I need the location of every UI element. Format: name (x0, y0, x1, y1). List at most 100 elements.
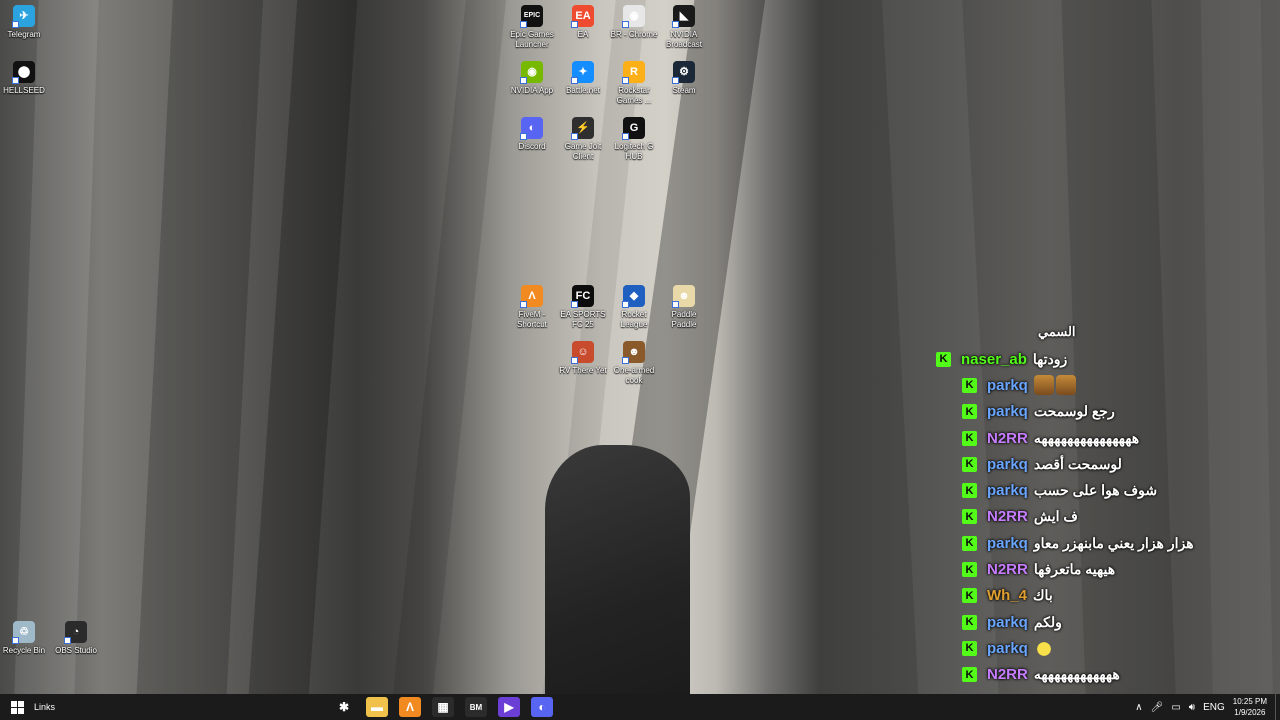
desktop-shortcut[interactable]: ⚡ Game Jolt Client (557, 117, 609, 162)
fivem-taskbar-icon[interactable]: Λ (399, 697, 421, 717)
language-indicator[interactable]: ENG (1203, 702, 1225, 713)
obs-studio-icon: ◔ (64, 621, 87, 644)
shortcut-label: Epic Games Launcher (510, 30, 554, 49)
chat-emote-icon (1055, 375, 1076, 396)
chat-message: Kparkq لوسمحت أقصد (930, 451, 1250, 477)
links-toolbar[interactable]: Links (34, 694, 55, 720)
chevron-up-icon[interactable]: ∧ (1135, 702, 1142, 713)
chat-message-text: زودتها (1032, 350, 1068, 367)
system-tray: ∧ 🎤︎ ▭ 🔊︎ ENG 10:25 PM 1/9/2026 (1135, 694, 1280, 720)
shortcut-label: NVIDIA Broadcast (665, 30, 703, 49)
desktop-shortcut[interactable]: ✦ Battle.net (557, 61, 609, 96)
kick-badge-icon: K (962, 404, 977, 420)
nvidia-broadcast-icon: ◣ (672, 5, 695, 28)
logitech-ghub-icon: G (622, 117, 645, 140)
rock-streak (12, 0, 100, 694)
steam-icon: ⚙ (672, 61, 695, 84)
chat-overlay: السمي Knaser_ab زودتها Kparkq Kparkq رجع لوس… (930, 324, 1250, 688)
chat-username: N2RR (987, 666, 1028, 684)
shortcut-label: Paddle Paddle (671, 310, 697, 329)
nvidia-app-icon: ◉ (520, 61, 543, 84)
one-armed-cook-icon: ☻ (622, 341, 645, 364)
shortcut-label: Recycle Bin (2, 646, 46, 655)
desktop-shortcut[interactable]: ◐ Discord (506, 117, 558, 152)
kick-badge-icon: K (962, 430, 977, 446)
windows-logo-icon (10, 700, 24, 714)
kick-badge-icon: K (962, 456, 977, 472)
desktop-shortcut[interactable]: ◆ Rocket League (608, 285, 660, 330)
chat-message: Knaser_ab زودتها (930, 346, 1250, 372)
kick-badge-icon: K (962, 640, 977, 656)
start-button[interactable] (6, 694, 28, 720)
desktop-shortcut[interactable]: ☻ Paddle Paddle (658, 285, 710, 330)
desktop-shortcut[interactable]: ☺ RV There Yet (557, 341, 609, 376)
rock-streak (245, 0, 360, 694)
desktop-shortcut[interactable]: G Logitech G HUB (608, 117, 660, 162)
desktop-shortcut[interactable]: FC EA SPORTS FC 25 (557, 285, 609, 330)
kick-badge-icon: K (962, 588, 977, 604)
shortcut-label: BR - Chrome (610, 30, 658, 39)
bm-app-icon[interactable]: BM (465, 697, 487, 717)
shortcut-label: Steam (672, 86, 696, 95)
desktop-shortcut[interactable]: ⚙ Steam (658, 61, 710, 96)
desktop-shortcut[interactable]: Λ FiveM - Shortcut (506, 285, 558, 330)
clock[interactable]: 10:25 PM 1/9/2026 (1233, 696, 1267, 718)
volume-icon[interactable]: 🔊︎ (1189, 702, 1195, 713)
shortcut-label: Rockstar Games ... (616, 86, 652, 105)
chat-username: N2RR (987, 508, 1028, 526)
chat-message-text: ف ايش (1033, 508, 1078, 525)
desktop-shortcut[interactable]: ⬤ HELLSEED (0, 61, 50, 96)
desktop-shortcut[interactable]: EA EA (557, 5, 609, 40)
desktop-shortcut[interactable]: ◉ NVIDIA App (506, 61, 558, 96)
show-desktop-button[interactable] (1275, 694, 1280, 720)
discord-taskbar-icon[interactable]: ◐ (531, 697, 553, 717)
desktop-shortcut[interactable]: ☻ One-armed cook (608, 341, 660, 386)
chat-message-list: Knaser_ab زودتها Kparkq Kparkq رجع لوسمحت K N2… (930, 346, 1250, 688)
chat-username: parkq (987, 534, 1028, 552)
chat-message: Kparkq ولكم (930, 609, 1250, 635)
chat-message-text: هزار هزار يعني مابنهزر معاو (1033, 534, 1194, 551)
ea-sports-fc-icon: FC (571, 285, 594, 308)
shortcut-label: Battle.net (566, 86, 600, 95)
desktop-shortcut[interactable]: ✈ Telegram (0, 5, 50, 40)
rock-streak (388, 0, 510, 694)
file-explorer-icon[interactable]: ▬ (366, 697, 388, 717)
chat-message-text: شوف هوا على حسب (1033, 482, 1158, 499)
fivem-icon: Λ (520, 285, 543, 308)
shortcut-label: FiveM - Shortcut (517, 310, 547, 329)
shortcut-label: One-armed cook (613, 366, 655, 385)
chat-message-text: هيهيه ماتعرفها (1033, 561, 1116, 578)
shortcut-label: HELLSEED (3, 86, 45, 95)
settings-gear-icon[interactable]: ✱ (333, 697, 355, 717)
shortcut-label: Game Jolt Client (564, 142, 602, 161)
media-player-icon[interactable]: ▶ (498, 697, 520, 717)
chat-username: parkq (987, 482, 1028, 500)
microsoft-store-icon[interactable]: ▦ (432, 697, 454, 717)
network-icon[interactable]: ▭ (1171, 702, 1180, 713)
kick-badge-icon: K (962, 377, 977, 393)
chat-header-text: السمي (1038, 324, 1076, 339)
taskbar: Links ✱ ▬ Λ ▦ BM ▶ ◐ ∧ 🎤︎ ▭ 🔊︎ ENG 10:25 PM 1/… (0, 694, 1280, 720)
chat-username: parkq (987, 455, 1028, 473)
desktop-shortcut[interactable]: R Rockstar Games ... (608, 61, 660, 106)
chat-message: K N2RR هههههههههههههههه (930, 425, 1250, 451)
chat-message: Kparkq شوف هوا على حسب (930, 477, 1250, 503)
chat-message: Kparkq رجع لوسمحت (930, 399, 1250, 425)
shortcut-label: Discord (518, 142, 546, 151)
hellseed-icon: ⬤ (12, 61, 35, 84)
rocket-league-icon: ◆ (622, 285, 645, 308)
desktop-shortcut[interactable]: ◔ OBS Studio (50, 621, 102, 656)
microphone-icon[interactable]: 🎤︎ (1151, 702, 1164, 713)
desktop-shortcut[interactable]: ♲ Recycle Bin (0, 621, 50, 656)
chat-username: Wh_4 (987, 587, 1028, 605)
kick-badge-icon: K (962, 667, 977, 683)
paddle-paddle-icon: ☻ (672, 285, 695, 308)
kick-badge-icon: K (962, 509, 977, 525)
desktop-shortcut[interactable]: EPIC Epic Games Launcher (506, 5, 558, 50)
chat-username: naser_ab (961, 350, 1027, 368)
shortcut-label: Telegram (7, 30, 41, 39)
kick-badge-icon: K (962, 535, 977, 551)
shortcut-label: OBS Studio (55, 646, 97, 655)
desktop-shortcut[interactable]: ◉ BR - Chrome (608, 5, 660, 40)
desktop-shortcut[interactable]: ◣ NVIDIA Broadcast (658, 5, 710, 50)
